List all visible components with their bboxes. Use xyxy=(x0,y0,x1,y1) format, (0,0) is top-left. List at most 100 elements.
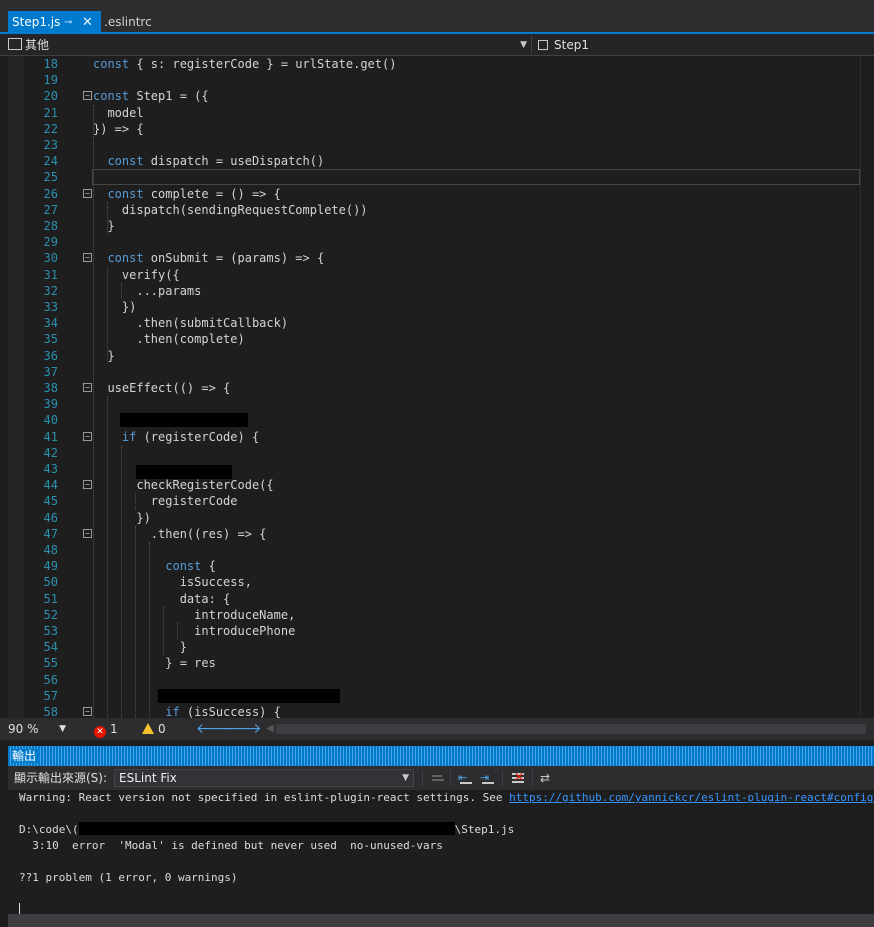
output-source-select[interactable]: ESLint Fix ▼ xyxy=(114,769,414,787)
code-line[interactable]: 20 − const Step1 = ({ xyxy=(0,88,860,104)
go-to-previous-message-button[interactable]: ⇤ xyxy=(458,770,474,786)
code-text: registerCode xyxy=(93,494,238,509)
keyword-token: if xyxy=(165,705,180,718)
line-number: 32 xyxy=(43,283,58,298)
code-line[interactable]: 47 − .then((res) => { xyxy=(0,526,860,542)
code-line[interactable]: 23 xyxy=(0,137,860,153)
code-line[interactable]: 49 const { xyxy=(0,558,860,574)
output-link[interactable]: https://github.com/yannickcr/eslint-plug… xyxy=(509,791,874,804)
collapse-icon[interactable]: − xyxy=(83,188,92,198)
collapse-icon[interactable]: − xyxy=(83,431,92,441)
code-line[interactable]: 32 ...params xyxy=(0,283,860,299)
line-bar xyxy=(482,782,494,784)
code-line[interactable]: 50 isSuccess, xyxy=(0,574,860,590)
redacted-block xyxy=(120,413,248,428)
collapse-icon[interactable]: − xyxy=(83,707,92,716)
project-scope-dropdown[interactable]: 其他 ▼ xyxy=(8,36,532,54)
code-line[interactable]: 29 xyxy=(0,234,860,250)
line-number: 56 xyxy=(43,672,58,687)
code-line[interactable]: 26 − const complete = () => { xyxy=(0,186,860,202)
indent-guide xyxy=(135,525,136,718)
code-line[interactable]: 28 } xyxy=(0,218,860,234)
code-line[interactable]: 44− checkRegisterCode({ xyxy=(0,477,860,493)
line-number: 20 xyxy=(43,89,58,104)
zoom-dropdown[interactable]: 90 % ▼ xyxy=(8,718,70,740)
code-line[interactable]: 53 introducePhone xyxy=(0,623,860,639)
code-line[interactable]: 34 .then(submitCallback) xyxy=(0,315,860,331)
find-message-in-code-button[interactable] xyxy=(430,770,446,786)
code-line[interactable]: 48 xyxy=(0,542,860,558)
code-line[interactable]: 52 introduceName, xyxy=(0,607,860,623)
code-line[interactable]: 18 const { s: registerCode } = urlState.g… xyxy=(0,56,860,72)
output-source-label: 顯示輸出來源(S): xyxy=(14,771,108,785)
code-line[interactable]: 43 xyxy=(0,461,860,479)
collapse-icon[interactable]: − xyxy=(83,253,92,263)
tab-eslintrc[interactable]: .eslintrc xyxy=(100,11,160,34)
code-line[interactable]: 51 data: { xyxy=(0,591,860,607)
keyword-token: const xyxy=(107,186,144,201)
code-line[interactable]: 42 xyxy=(0,445,860,461)
navigate-forward-icon[interactable]: 🡒 xyxy=(224,718,262,740)
code-line[interactable]: 19 xyxy=(0,72,860,88)
error-count[interactable]: ✕ 1 xyxy=(94,718,118,740)
close-icon[interactable]: ✕ xyxy=(82,11,93,34)
collapse-icon[interactable]: − xyxy=(83,91,92,101)
code-line[interactable]: 27 dispatch(sendingRequestComplete()) xyxy=(0,202,860,218)
code-line[interactable]: 36 } xyxy=(0,348,860,364)
code-line[interactable]: 55 } = res xyxy=(0,655,860,671)
code-line[interactable]: 21 model xyxy=(0,105,860,121)
code-text: isSuccess, xyxy=(93,575,252,590)
line-number: 37 xyxy=(43,364,58,379)
code-line[interactable]: 54 } xyxy=(0,639,860,655)
line-number: 45 xyxy=(43,494,58,509)
member-dropdown[interactable]: Step1 xyxy=(538,36,868,54)
scroll-left-icon[interactable]: ◀ xyxy=(266,718,274,740)
line-number: 47 xyxy=(43,526,58,541)
warning-count-value: 0 xyxy=(158,722,166,736)
keyword-token: if xyxy=(121,429,137,444)
code-line[interactable]: 37 xyxy=(0,364,860,380)
code-line[interactable]: 39 xyxy=(0,396,860,412)
go-to-next-message-button[interactable]: ⇥ xyxy=(480,770,496,786)
code-line[interactable]: 24 const dispatch = useDispatch() xyxy=(0,153,860,169)
code-line[interactable]: 35 .then(complete) xyxy=(0,331,860,347)
code-line[interactable]: 56 xyxy=(0,672,860,688)
line-number: 46 xyxy=(43,510,58,525)
output-text-area[interactable]: Warning: React version not specified in … xyxy=(8,790,874,914)
toolbar-separator xyxy=(422,770,423,786)
output-horizontal-scrollbar[interactable] xyxy=(8,914,874,927)
clear-all-button[interactable]: ✕ xyxy=(510,770,526,786)
collapse-icon[interactable]: − xyxy=(83,480,92,490)
code-text: const Step1 = ({ xyxy=(93,89,209,104)
output-line: Warning: React version not specified in … xyxy=(19,790,874,806)
line-number: 50 xyxy=(43,575,58,590)
vertical-scrollbar[interactable] xyxy=(860,56,874,718)
pin-icon[interactable]: ⊸ xyxy=(64,11,72,34)
toggle-word-wrap-button[interactable]: ⇄ xyxy=(540,770,556,786)
code-text: .then((res) => { xyxy=(93,526,267,541)
code-text: const dispatch = useDispatch() xyxy=(107,154,325,169)
code-line[interactable]: 45 registerCode xyxy=(0,493,860,509)
horizontal-scrollbar[interactable] xyxy=(276,724,866,734)
warning-count[interactable]: 0 xyxy=(142,718,166,740)
chevron-down-icon: ▼ xyxy=(59,724,66,734)
code-editor[interactable]: 18 const { s: registerCode } = urlState.g… xyxy=(0,56,874,718)
code-line[interactable]: 31 verify({ xyxy=(0,267,860,283)
code-line[interactable]: 57 xyxy=(0,688,860,704)
code-line[interactable]: 33 }) xyxy=(0,299,860,315)
line-number: 23 xyxy=(43,138,58,152)
code-line[interactable]: 58− if (isSuccess) { xyxy=(0,704,860,718)
code-line[interactable]: 38 − useEffect(() => { xyxy=(0,380,860,396)
line-number: 39 xyxy=(43,397,58,412)
tab-step1-js[interactable]: Step1.js ⊸ ✕ xyxy=(8,11,101,34)
toolbar-separator xyxy=(502,770,503,786)
collapse-icon[interactable]: − xyxy=(83,383,92,392)
collapse-icon[interactable]: − xyxy=(83,528,92,538)
code-line[interactable]: 22}) => { xyxy=(0,121,860,137)
code-line[interactable]: 46 }) xyxy=(0,510,860,526)
code-line[interactable]: 41 − if (registerCode) { xyxy=(0,429,860,445)
code-line[interactable]: 40 xyxy=(0,412,860,428)
code-line[interactable]: 25 xyxy=(0,169,860,186)
line-number: 25 xyxy=(43,170,58,185)
code-line[interactable]: 30 − const onSubmit = (params) => { xyxy=(0,250,860,266)
